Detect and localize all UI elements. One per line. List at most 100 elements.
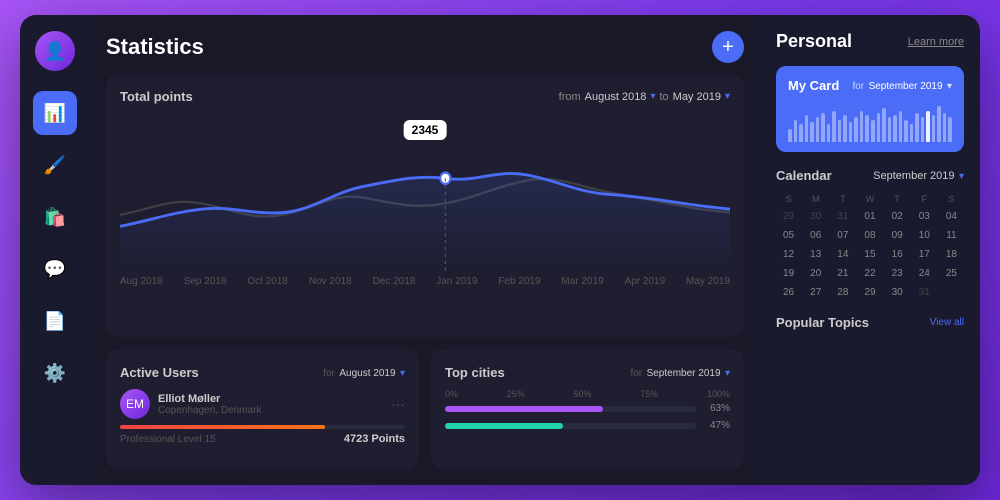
cal-day[interactable]: 09 — [885, 227, 910, 244]
mini-bar-8 — [832, 111, 836, 143]
x-label-0: Aug 2018 — [120, 276, 163, 287]
top-cities-dropdown[interactable]: ▾ — [725, 368, 730, 379]
cal-day[interactable]: 24 — [912, 265, 937, 282]
calendar-month-dropdown[interactable]: ▾ — [959, 171, 964, 182]
mini-bar-15 — [871, 120, 875, 143]
city-bar-bg-0 — [445, 406, 696, 412]
cal-day[interactable]: 14 — [830, 246, 855, 263]
active-users-card: Active Users for August 2019 ▾ EM Elliot… — [106, 349, 419, 469]
cal-day[interactable]: 08 — [857, 227, 882, 244]
mini-bar-17 — [882, 108, 886, 142]
cal-day[interactable]: 15 — [857, 246, 882, 263]
learn-more-link[interactable]: Learn more — [908, 36, 964, 48]
cal-day[interactable]: 10 — [912, 227, 937, 244]
view-all-link[interactable]: View all — [930, 317, 964, 328]
active-users-for-value: August 2019 — [339, 368, 395, 379]
progress-footer: Professional Level 15 4723 Points — [120, 433, 405, 445]
active-users-title: Active Users — [120, 365, 199, 380]
mini-bars — [788, 102, 952, 142]
calendar-month-section: September 2019 ▾ — [873, 166, 964, 184]
cal-day[interactable]: 05 — [776, 227, 801, 244]
main-content: Statistics + Total points from August 20… — [90, 15, 760, 485]
mini-bar-10 — [843, 115, 847, 142]
mini-bar-21 — [904, 120, 908, 143]
x-label-4: Dec 2018 — [373, 276, 416, 287]
cal-day-header: W — [857, 192, 882, 206]
user-avatar: EM — [120, 389, 150, 419]
city-bar-container-0 — [445, 406, 696, 412]
mini-bar-19 — [893, 115, 897, 142]
calendar-section: Calendar September 2019 ▾ SMTWTFS2930310… — [776, 166, 964, 301]
x-label-6: Feb 2019 — [498, 276, 540, 287]
chart-from-label: from — [559, 91, 581, 103]
my-card-title: My Card — [788, 78, 839, 93]
cal-day[interactable]: 03 — [912, 208, 937, 225]
cal-day[interactable]: 26 — [776, 284, 801, 301]
cal-day[interactable]: 31 — [912, 284, 937, 301]
mini-bar-22 — [910, 124, 914, 142]
mini-bar-7 — [827, 124, 831, 142]
sidebar-icon-stats[interactable]: 📊 — [33, 91, 77, 135]
cal-day[interactable]: 31 — [830, 208, 855, 225]
cal-day[interactable]: 20 — [803, 265, 828, 282]
x-label-8: Apr 2019 — [625, 276, 666, 287]
mini-bar-11 — [849, 122, 853, 142]
cal-day[interactable]: 27 — [803, 284, 828, 301]
cal-day[interactable]: 23 — [885, 265, 910, 282]
chart-tooltip: 2345 — [404, 120, 447, 140]
cal-day-header: T — [885, 192, 910, 206]
popular-topics-title: Popular Topics — [776, 315, 869, 330]
mini-bar-23 — [915, 113, 919, 142]
cal-day[interactable]: 16 — [885, 246, 910, 263]
active-users-range: for August 2019 ▾ — [323, 363, 405, 381]
calendar-title: Calendar — [776, 168, 832, 183]
cal-day[interactable]: 22 — [857, 265, 882, 282]
add-button[interactable]: + — [712, 31, 744, 63]
my-card-dropdown[interactable]: ▾ — [947, 81, 952, 92]
cal-day[interactable]: 19 — [776, 265, 801, 282]
active-users-dropdown[interactable]: ▾ — [400, 368, 405, 379]
chart-from-value: August 2018 — [585, 91, 647, 103]
cal-day[interactable]: 06 — [803, 227, 828, 244]
mini-bar-25 — [926, 111, 930, 143]
cal-day[interactable]: 12 — [776, 246, 801, 263]
sidebar-icon-docs[interactable]: 📄 — [33, 299, 77, 343]
cal-day[interactable]: 29 — [857, 284, 882, 301]
cal-day[interactable]: 02 — [885, 208, 910, 225]
sidebar-icon-paint[interactable]: 🖌️ — [33, 143, 77, 187]
cal-day[interactable]: 13 — [803, 246, 828, 263]
cal-day[interactable]: 04 — [939, 208, 964, 225]
city-x-2: 50% — [573, 389, 591, 399]
chart-x-labels: Aug 2018 Sep 2018 Oct 2018 Nov 2018 Dec … — [120, 276, 730, 287]
cal-day[interactable]: 18 — [939, 246, 964, 263]
cal-day-header: F — [912, 192, 937, 206]
cal-day[interactable]: 29 — [776, 208, 801, 225]
mini-bar-1 — [794, 120, 798, 143]
top-cities-card: Top cities for September 2019 ▾ 0% 25% 5… — [431, 349, 744, 469]
cal-day[interactable]: 30 — [803, 208, 828, 225]
cal-day[interactable]: 01 — [857, 208, 882, 225]
cal-day-header: S — [939, 192, 964, 206]
city-x-4: 100% — [707, 389, 730, 399]
cal-day[interactable]: 11 — [939, 227, 964, 244]
chart-from-dropdown[interactable]: ▾ — [650, 91, 655, 102]
cal-day[interactable]: 25 — [939, 265, 964, 282]
cities-x-labels: 0% 25% 50% 75% 100% — [445, 389, 730, 399]
sidebar-icon-shop[interactable]: 🛍️ — [33, 195, 77, 239]
user-menu-dots[interactable]: ··· — [391, 396, 405, 412]
chart-to-dropdown[interactable]: ▾ — [725, 91, 730, 102]
sidebar-icon-chat[interactable]: 💬 — [33, 247, 77, 291]
cal-day[interactable]: 21 — [830, 265, 855, 282]
cal-day[interactable]: 07 — [830, 227, 855, 244]
city-x-3: 75% — [640, 389, 658, 399]
chart-range: from August 2018 ▾ to May 2019 ▾ — [559, 91, 730, 103]
progress-bar-fill — [120, 425, 325, 429]
cal-day[interactable]: 28 — [830, 284, 855, 301]
city-pct-0: 63% — [702, 403, 730, 414]
popular-topics-header: Popular Topics View all — [776, 315, 964, 330]
chart-card: Total points from August 2018 ▾ to May 2… — [106, 75, 744, 337]
cal-day[interactable]: 17 — [912, 246, 937, 263]
sidebar-icon-settings[interactable]: ⚙️ — [33, 351, 77, 395]
progress-points: 4723 Points — [344, 433, 405, 445]
cal-day[interactable]: 30 — [885, 284, 910, 301]
